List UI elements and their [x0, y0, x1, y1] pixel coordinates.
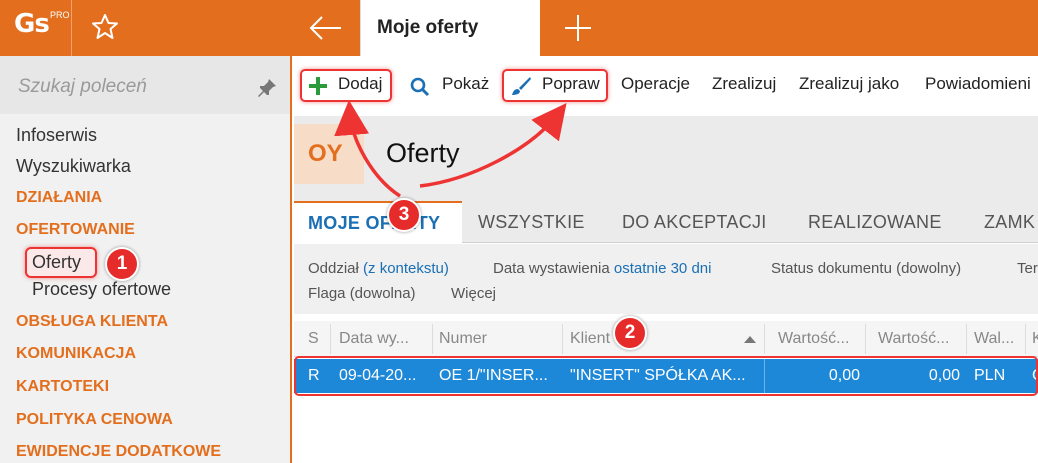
back-arrow-icon[interactable]: [308, 12, 344, 44]
selected-row-highlight: [294, 356, 1038, 396]
tab-zamk[interactable]: ZAMK: [984, 212, 1035, 233]
sidebar-item-procesy-ofertowe[interactable]: Procesy ofertowe: [32, 279, 171, 300]
sort-ascending-icon: [744, 336, 756, 343]
step-badge-3: 3: [387, 198, 421, 232]
command-search[interactable]: Szukaj poleceń: [0, 56, 290, 114]
sidebar-item-ewidencje-dodatkowe[interactable]: EWIDENCJE DODATKOWE: [16, 443, 221, 461]
logo-text: Gs: [14, 9, 50, 39]
col-currency[interactable]: Wal...: [974, 330, 1014, 348]
module-code-badge: OY: [294, 124, 364, 184]
realize-as-button[interactable]: Zrealizuj jako: [799, 74, 899, 102]
col-separator: [1025, 324, 1026, 354]
step-badge-1: 1: [105, 247, 139, 281]
filter-bar: Oddział (z kontekstu) Data wystawienia o…: [294, 244, 1038, 314]
filter-branch-value: (z kontekstu): [363, 260, 449, 277]
star-icon[interactable]: [90, 12, 120, 42]
search-placeholder: Szukaj poleceń: [18, 76, 147, 97]
sidebar-item-dzialania[interactable]: DZIAŁANIA: [16, 189, 102, 207]
col-separator: [865, 324, 866, 354]
col-value-1[interactable]: Wartość...: [778, 330, 849, 348]
plus-icon: [309, 77, 327, 95]
col-extra[interactable]: K: [1032, 330, 1038, 348]
logo-pro-badge: PRO: [50, 10, 70, 20]
pin-icon[interactable]: [256, 77, 278, 99]
sidebar-item-polityka-cenowa[interactable]: POLITYKA CENOWA: [16, 411, 173, 429]
filter-date[interactable]: Data wystawienia ostatnie 30 dni: [493, 260, 711, 277]
sidebar-item-ofertowanie[interactable]: OFERTOWANIE: [16, 221, 135, 239]
sidebar-item-infoserwis[interactable]: Infoserwis: [16, 125, 97, 146]
col-separator: [330, 324, 331, 354]
filter-more[interactable]: Więcej: [451, 285, 496, 302]
filter-status[interactable]: Status dokumentu (dowolny): [771, 260, 961, 277]
sidebar-item-obsluga-klienta[interactable]: OBSŁUGA KLIENTA: [16, 313, 168, 331]
main-panel: Dodaj Pokaż Popraw Operacje Zrealizuj Zr…: [294, 56, 1038, 463]
filter-branch[interactable]: Oddział (z kontekstu): [308, 260, 449, 277]
notifications-button[interactable]: Powiadomieni: [925, 74, 1031, 102]
search-icon: [410, 77, 430, 97]
toolbar: Dodaj Pokaż Popraw Operacje Zrealizuj Zr…: [294, 56, 1038, 116]
filter-date-label: Data wystawienia: [493, 260, 610, 277]
col-value-2[interactable]: Wartość...: [878, 330, 949, 348]
col-separator: [432, 324, 433, 354]
sidebar: Szukaj poleceń Infoserwis Wyszukiwarka D…: [0, 56, 292, 463]
tab-do-akceptacji[interactable]: DO AKCEPTACJI: [622, 212, 767, 233]
col-client[interactable]: Klient: [570, 330, 610, 348]
col-number[interactable]: Numer: [439, 330, 487, 348]
tab-realizowane[interactable]: REALIZOWANE: [808, 212, 942, 233]
filter-term[interactable]: Ter: [1017, 260, 1038, 277]
app-logo[interactable]: Gs PRO: [0, 0, 72, 56]
show-button[interactable]: Pokaż: [442, 74, 489, 102]
module-code: OY: [308, 140, 343, 167]
realize-button[interactable]: Zrealizuj: [712, 74, 776, 102]
new-tab-plus-icon[interactable]: [562, 12, 594, 44]
grid-header: S Data wy... Numer Klient Wartość... War…: [294, 321, 1038, 357]
col-s[interactable]: S: [308, 330, 319, 348]
add-button[interactable]: Dodaj: [338, 74, 382, 102]
top-bar: Gs PRO Moje oferty: [0, 0, 1038, 56]
sidebar-item-oferty[interactable]: Oferty: [32, 252, 81, 273]
step-badge-2: 2: [613, 316, 647, 350]
filter-flag[interactable]: Flaga (dowolna): [308, 285, 416, 302]
page-title: Oferty: [386, 138, 460, 168]
sidebar-item-komunikacja[interactable]: KOMUNIKACJA: [16, 345, 136, 363]
tab-moje-oferty-list[interactable]: MOJE OFERTY: [294, 201, 462, 244]
tab-moje-oferty[interactable]: Moje oferty: [360, 0, 540, 56]
filter-date-value: ostatnie 30 dni: [613, 260, 712, 277]
edit-button[interactable]: Popraw: [542, 74, 600, 102]
brush-icon: [512, 77, 531, 95]
tab-moje-oferty-label: Moje oferty: [377, 17, 479, 38]
filter-branch-label: Oddział: [308, 260, 359, 277]
col-date[interactable]: Data wy...: [339, 330, 409, 348]
col-separator: [562, 324, 563, 354]
sidebar-item-wyszukiwarka[interactable]: Wyszukiwarka: [16, 156, 131, 177]
col-separator: [966, 324, 967, 354]
col-separator: [764, 324, 765, 354]
tab-wszystkie[interactable]: WSZYSTKIE: [478, 212, 585, 233]
sidebar-item-kartoteki[interactable]: KARTOTEKI: [16, 378, 109, 396]
operations-button[interactable]: Operacje: [621, 74, 690, 102]
